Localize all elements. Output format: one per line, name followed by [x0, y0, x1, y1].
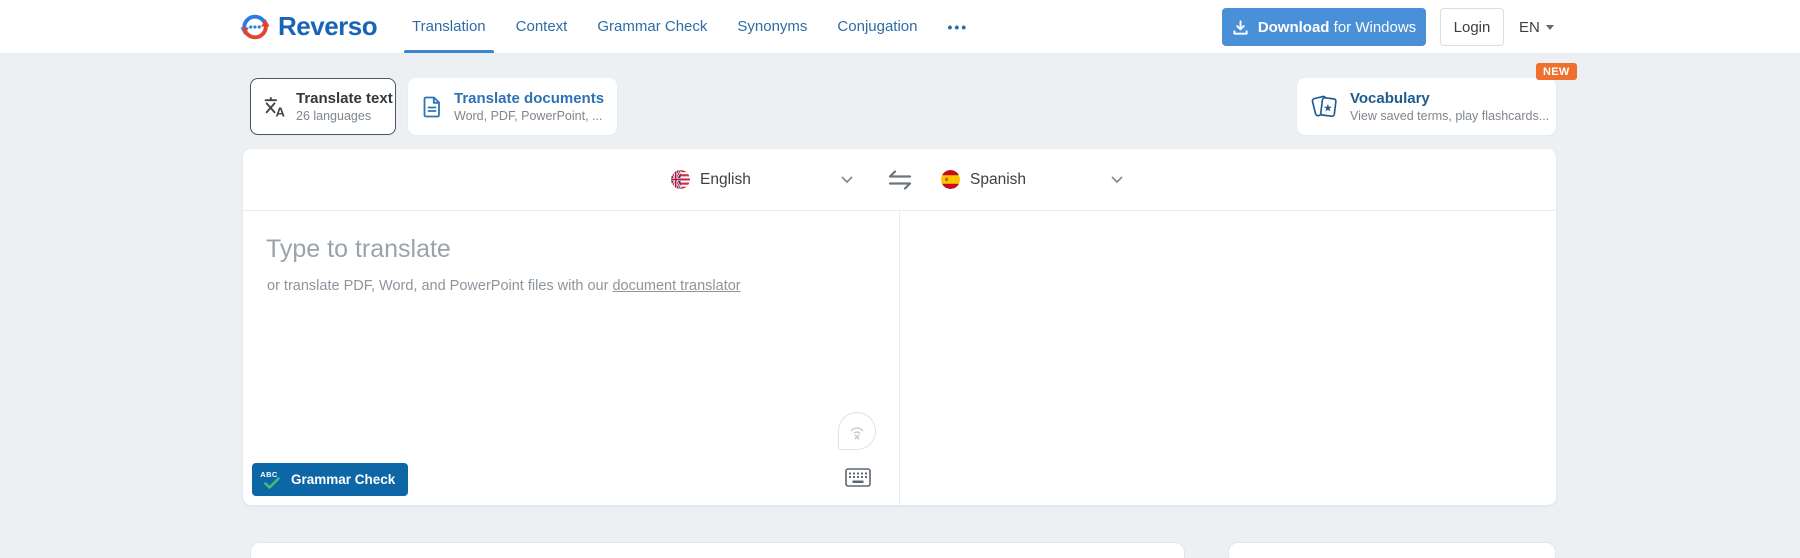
english-flag-icon	[671, 170, 690, 189]
mode-card-title: Translate documents	[454, 89, 605, 107]
document-translator-link[interactable]: document translator	[612, 278, 740, 294]
flashcards-star-icon: ★	[1309, 93, 1340, 121]
keyboard-icon[interactable]	[845, 468, 871, 487]
translate-text-icon: A	[263, 95, 286, 118]
input-placeholder: Type to translate	[266, 235, 451, 263]
mode-card-title: Translate text	[296, 89, 393, 107]
main-nav: Translation Context Grammar Check Synony…	[404, 0, 968, 53]
source-text-input[interactable]: Type to translate or translate PDF, Word…	[243, 211, 899, 505]
download-label-bold: Download	[1257, 18, 1330, 36]
document-hint-text: or translate PDF, Word, and PowerPoint f…	[267, 278, 609, 294]
abc-check-icon: ABC	[260, 469, 283, 489]
mode-card-subtitle: Word, PDF, PowerPoint, ...	[454, 109, 603, 124]
nav-tab-grammar-check[interactable]: Grammar Check	[597, 0, 707, 53]
chevron-down-icon	[1111, 176, 1123, 184]
translator-panel: English Spanish Type to translate or tra…	[243, 149, 1556, 505]
reverso-translation-page: Reverso Translation Context Grammar Chec…	[0, 0, 1800, 558]
chevron-down-icon	[841, 176, 853, 184]
language-bar: English Spanish	[243, 149, 1556, 211]
document-hint: or translate PDF, Word, and PowerPoint f…	[267, 278, 741, 294]
target-text-output	[900, 211, 1556, 505]
target-language-dropdown[interactable]: Spanish	[941, 149, 1129, 210]
abc-icon-text: ABC	[260, 469, 278, 479]
new-badge: NEW	[1536, 63, 1577, 80]
mode-card-title: Vocabulary	[1350, 89, 1430, 107]
document-icon	[420, 95, 444, 119]
mode-card-translate-documents[interactable]: Translate documents Word, PDF, PowerPoin…	[408, 78, 617, 135]
nav-tab-synonyms[interactable]: Synonyms	[737, 0, 807, 53]
nav-more-menu-icon[interactable]: •••	[947, 0, 968, 53]
login-button[interactable]: Login	[1440, 8, 1504, 46]
voice-input-button[interactable]	[838, 412, 876, 450]
header: Reverso Translation Context Grammar Chec…	[0, 0, 1800, 54]
logo-wordmark: Reverso	[278, 11, 378, 41]
nav-tab-context[interactable]: Context	[516, 0, 568, 53]
grammar-check-label: Grammar Check	[291, 472, 396, 487]
svg-text:A: A	[276, 104, 286, 118]
mode-card-vocabulary[interactable]: ★ Vocabulary View saved terms, play flas…	[1297, 78, 1556, 135]
mode-card-subtitle: 26 languages	[296, 109, 372, 124]
source-language-label: English	[700, 170, 751, 188]
nav-tab-translation[interactable]: Translation	[404, 0, 494, 53]
mode-card-translate-text[interactable]: A Translate text 26 languages	[250, 78, 396, 135]
nav-tab-conjugation[interactable]: Conjugation	[837, 0, 917, 53]
below-fold-card-right	[1228, 542, 1556, 558]
target-language-label: Spanish	[970, 170, 1027, 188]
mode-card-subtitle: View saved terms, play flashcards...	[1350, 109, 1550, 124]
chevron-down-icon	[1545, 24, 1554, 30]
download-icon	[1232, 19, 1249, 36]
spanish-flag-icon	[941, 170, 960, 189]
download-label-rest: for Windows	[1333, 18, 1417, 36]
grammar-check-button[interactable]: ABC Grammar Check	[252, 463, 409, 496]
reverso-logo-icon	[240, 12, 270, 42]
swap-languages-button[interactable]	[880, 160, 920, 200]
reverso-logo[interactable]: Reverso	[240, 0, 378, 53]
svg-text:★: ★	[1323, 101, 1333, 114]
locale-label: EN	[1519, 18, 1540, 36]
below-fold-card-left	[250, 542, 1185, 558]
source-language-dropdown[interactable]: English	[671, 149, 859, 210]
download-for-windows-button[interactable]: Download for Windows	[1222, 8, 1426, 46]
voice-disabled-icon	[847, 421, 867, 441]
locale-switcher[interactable]: EN	[1519, 8, 1554, 46]
